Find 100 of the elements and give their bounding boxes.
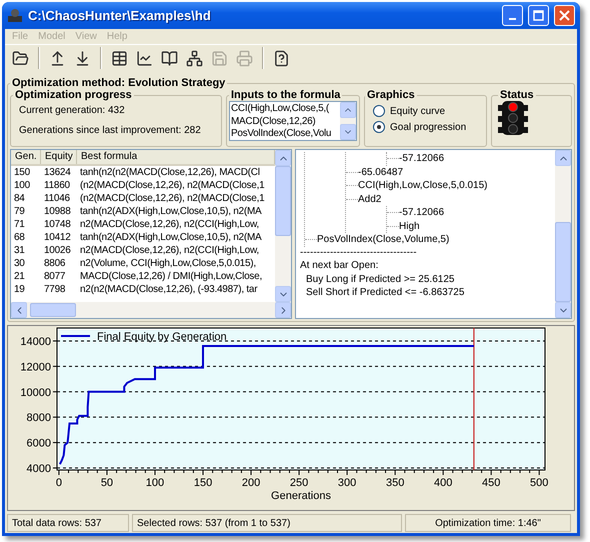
minimize-icon [509, 18, 516, 20]
vertical-scrollbar[interactable] [340, 102, 356, 140]
table-cell-text: 30 [13, 257, 26, 270]
axis-label: 0 [56, 477, 62, 489]
axis-label: 150 [194, 477, 212, 489]
group-title: Optimization method: Evolution Strategy [11, 77, 226, 89]
scroll-thumb[interactable] [30, 303, 76, 317]
axis-label: 250 [290, 477, 308, 489]
axis-label: 50 [100, 477, 114, 489]
scroll-thumb[interactable] [555, 222, 571, 302]
maximize-button[interactable] [528, 4, 549, 26]
tree-node[interactable]: CCI(High,Low,Close,5,0.015) [358, 180, 488, 192]
table-cell-text: 13624 [43, 166, 72, 179]
inputs-list[interactable]: CCI(High,Low,Close,5,( MACD(Close,12,26) PosVolIndex(Close,Volu [229, 101, 357, 141]
divider-text: ----------------------------------- [300, 246, 418, 260]
group-title: Inputs to the formula [230, 89, 342, 101]
upload-icon [49, 50, 66, 67]
download-icon [74, 50, 91, 67]
rule-text: Sell Short if Predicted <= -6.863725 [305, 287, 466, 300]
table-cell-text: tanh(n2(ADX(High,Low,Close,10,5), n2(MA [79, 205, 262, 218]
tree-node[interactable]: PosVolIndex(Close,Volume,5) [317, 234, 450, 246]
table-cell-text: 10026 [43, 244, 72, 257]
table-cell-text: n2(MACD(Close,12,26), n2(CCI(High,Low, [79, 218, 260, 231]
table-cell-text: 8077 [43, 270, 66, 283]
table-cell-text: 68 [13, 231, 26, 244]
table-icon [111, 50, 128, 67]
status-text: Selected rows: 537 (from 1 to 537) [132, 514, 402, 532]
list-item[interactable]: PosVolIndex(Close,Volu [231, 128, 339, 140]
axis-label: 100 [146, 477, 164, 489]
close-button[interactable] [554, 4, 575, 26]
close-icon [559, 10, 570, 21]
legend-line-icon [61, 335, 90, 337]
table-cell-text: n2(n2(MACD(Close,12,26), (-93.4987), tar [79, 283, 258, 296]
table-cell-text: (n2(MACD(Close,12,26), n2(MACD(Close,1 [79, 179, 266, 192]
book-icon [161, 50, 178, 67]
help-icon [273, 50, 290, 67]
vertical-scrollbar[interactable] [275, 150, 291, 302]
table-cell-text: 31 [13, 244, 26, 257]
radio-button[interactable] [373, 121, 385, 133]
axis-label: 200 [242, 477, 260, 489]
window-title: C:\ChaosHunter\Examples\hd [28, 8, 212, 23]
axis-label: 450 [482, 477, 500, 489]
table-cell-text: 10988 [43, 205, 72, 218]
app-icon [7, 7, 23, 24]
table-cell-text: 7798 [43, 283, 66, 296]
axis-label: 8000 [26, 412, 51, 424]
table-cell-text: 21 [13, 270, 26, 283]
radio-option[interactable]: Goal progression [365, 119, 486, 135]
axis-label: 400 [434, 477, 452, 489]
group-title: Status [499, 89, 535, 101]
table-cell-text: 10412 [43, 231, 72, 244]
axis-label: 12000 [20, 361, 51, 374]
table-cell-text: 10748 [43, 218, 72, 231]
table-cell-text: 79 [13, 205, 26, 218]
axis-title: Generations [271, 490, 331, 502]
traffic-light-icon [498, 101, 528, 135]
printer-icon [236, 50, 253, 67]
progress-text: Generations since last improvement: 282 [18, 124, 202, 138]
axis-label: 14000 [20, 336, 51, 348]
chart-icon [136, 50, 153, 67]
column-header[interactable]: Gen. [11, 150, 41, 164]
tree-node[interactable]: Add2 [358, 194, 382, 205]
table-cell-text: tanh(n2(ADX(High,Low,Close,10,5), n2(MA [79, 231, 262, 244]
column-header[interactable]: Equity [41, 150, 77, 164]
tree-node[interactable]: -65.06487 [358, 166, 404, 178]
radio-option[interactable]: Equity curve [365, 103, 486, 119]
table-cell-text: (n2(MACD(Close,12,26), n2(MACD(Close,1 [79, 192, 266, 205]
status-text: Optimization time: 1:46" [405, 514, 571, 532]
table-cell-text: 100 [13, 179, 31, 192]
rule-text: Buy Long if Predicted >= 25.6125 [305, 274, 456, 286]
progress-text: Current generation: 432 [18, 104, 126, 118]
table-cell-text: 11046 [43, 192, 71, 205]
scroll-thumb[interactable] [275, 166, 291, 236]
axis-label: 6000 [26, 438, 51, 450]
list-item[interactable]: CCI(High,Low,Close,5,( [231, 103, 339, 116]
save-icon [211, 50, 228, 67]
radio-button[interactable] [373, 105, 385, 117]
table-cell-text: tanh(n2(n2(MACD(Close,12,26), MACD(Cl [79, 166, 261, 179]
maximize-icon [533, 10, 544, 21]
rule-text: At next bar Open: [300, 260, 380, 273]
table-cell-text: n2(Volume, CCI(High,Low,Close,5,0.015), [79, 257, 257, 270]
horizontal-scrollbar[interactable] [11, 302, 291, 318]
table-cell-text: 8806 [43, 257, 66, 270]
status-text: Total data rows: 537 [7, 514, 129, 532]
vertical-scrollbar[interactable] [555, 150, 571, 318]
minimize-button[interactable] [502, 4, 523, 26]
table-cell-text: 150 [13, 166, 31, 179]
axis-label: 350 [386, 477, 404, 489]
legend-label: Final Equity by Generation [97, 331, 227, 343]
axis-label: 300 [338, 477, 356, 489]
list-item[interactable]: MACD(Close,12,26) [231, 116, 339, 128]
group-title: Optimization progress [14, 89, 133, 101]
tree-node[interactable]: High [399, 220, 420, 232]
tree-node[interactable]: -57.12066 [399, 153, 444, 164]
folder-icon [12, 50, 29, 67]
network-icon [186, 50, 203, 67]
table-cell-text: 11860 [43, 179, 71, 192]
axis-label: 10000 [20, 386, 51, 399]
tree-node[interactable]: -57.12066 [399, 207, 444, 218]
table-cell-text: 19 [13, 283, 26, 296]
